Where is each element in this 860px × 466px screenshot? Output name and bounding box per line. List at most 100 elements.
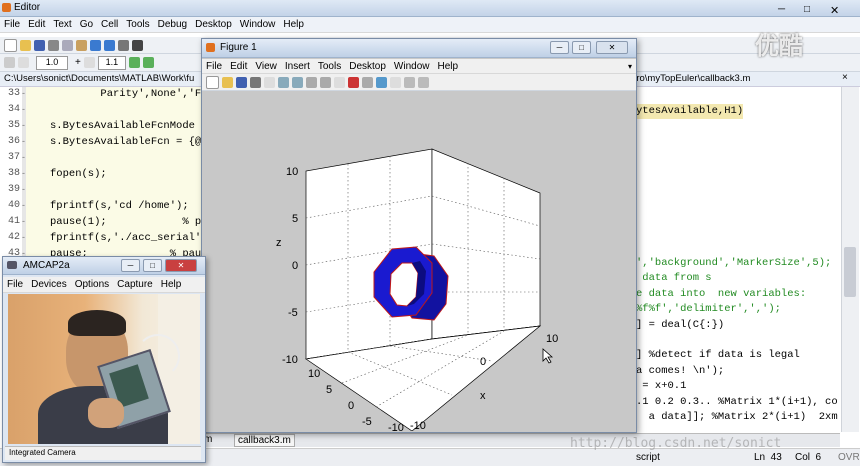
code-line[interactable]: fprintf(s,'cd /home'); [50,199,189,214]
minimize-icon[interactable]: ─ [778,4,785,15]
menu-edit[interactable]: Edit [24,19,49,30]
amcap-minimize-button[interactable]: ─ [121,259,140,272]
paste-icon[interactable] [76,39,87,51]
fig-menu-help[interactable]: Help [434,61,463,72]
amcap-menu-help[interactable]: Help [157,279,186,290]
zoom-out-icon[interactable] [292,76,303,88]
code-line-right[interactable]: ] %detect if data is legal [636,348,800,363]
menu-debug[interactable]: Debug [154,19,191,30]
code-line[interactable]: fprintf(s,'./acc_serial' [50,231,201,246]
x-axis-label: x [480,390,486,402]
code-line[interactable]: Parity',None','F [50,87,201,102]
cell-advance-icon[interactable] [142,57,154,68]
editor-close-icon[interactable]: × [842,72,848,83]
menu-cell[interactable]: Cell [97,19,122,30]
open-folder-icon[interactable] [20,39,31,51]
code-line-right[interactable]: ytesAvailable,H1) [636,104,744,119]
code-line-right[interactable]: ','background','MarkerSize',5); [636,256,831,271]
code-line-right[interactable]: data from s [636,271,711,286]
print-icon[interactable] [118,39,129,51]
figure-close-button[interactable]: ✕ [596,41,628,54]
fig-menu-arrow-icon[interactable]: ▾ [624,62,636,71]
pan-icon[interactable] [306,76,317,88]
amcap-maximize-button[interactable]: □ [143,259,162,272]
fig-menu-insert[interactable]: Insert [281,61,314,72]
close-icon[interactable]: ✕ [830,4,839,17]
find-icon[interactable] [132,39,143,51]
save-icon[interactable] [34,39,45,51]
amcap-menu-capture[interactable]: Capture [113,279,157,290]
fig-open-icon[interactable] [222,76,233,88]
fig-menu-window[interactable]: Window [390,61,434,72]
cell-run-icon[interactable] [128,57,140,68]
menu-tools[interactable]: Tools [122,19,153,30]
code-line[interactable]: s.BytesAvailableFcn = {@ [50,135,201,150]
menu-desktop[interactable]: Desktop [191,19,236,30]
data-cursor-icon[interactable] [334,76,345,88]
new-file-icon[interactable] [4,38,17,52]
status-mode: script [636,452,660,463]
code-line-right[interactable]: a data]]; %Matrix 2*(i+1) 2xm [636,410,838,425]
hide-plot-tools-icon[interactable] [404,76,415,88]
fig-menu-tools[interactable]: Tools [314,61,345,72]
code-line-right[interactable]: e data into new variables: [636,287,806,302]
code-line[interactable]: s.BytesAvailableFcnMode [50,119,195,134]
brush-icon[interactable] [348,76,359,88]
editor-vertical-scrollbar[interactable] [841,87,859,432]
amcap-window: AMCAP2a ─ □ ✕ File Devices Options Captu… [2,256,206,463]
plus-icon[interactable]: + [75,57,81,68]
amcap-titlebar[interactable]: AMCAP2a ─ □ ✕ [3,257,205,275]
watermark-text: http://blog.csdn.net/sonict [570,436,782,451]
scrollbar-thumb[interactable] [844,247,856,297]
amcap-close-button[interactable]: ✕ [165,259,197,272]
menu-text[interactable]: Text [49,19,75,30]
code-line-right[interactable]: %f%f','delimiter',','); [636,302,781,317]
menu-help[interactable]: Help [279,19,308,30]
menu-window[interactable]: Window [236,19,280,30]
matlab-icon [2,3,11,12]
fig-save-icon[interactable] [236,76,247,88]
divide-icon[interactable] [83,57,95,68]
cut-icon[interactable] [48,39,59,51]
cell-mode-icon[interactable] [4,57,15,68]
colorbar-icon[interactable] [376,76,387,88]
z-tick-10: 10 [286,166,298,178]
amcap-menu-options[interactable]: Options [71,279,113,290]
zoom-in-icon[interactable] [278,76,289,88]
maximize-icon[interactable]: □ [804,4,810,15]
minus-icon[interactable] [18,57,29,68]
fig-print-icon[interactable] [250,76,261,88]
code-line[interactable]: pause(1); % pa [50,215,208,230]
menu-file[interactable]: File [0,19,24,30]
legend-icon[interactable] [390,76,401,88]
code-line-right[interactable]: .1 0.2 0.3.. %Matrix 1*(i+1), co [636,395,838,410]
fig-menu-desktop[interactable]: Desktop [345,61,390,72]
menu-go[interactable]: Go [76,19,97,30]
redo-icon[interactable] [104,39,115,51]
link-icon[interactable] [362,76,373,88]
figure-minimize-button[interactable]: ─ [550,41,569,54]
code-line[interactable]: fopen(s); [50,167,107,182]
fig-menu-edit[interactable]: Edit [226,61,251,72]
fig-new-icon[interactable] [206,75,219,89]
fig-arrow-icon[interactable] [264,76,275,88]
figure-maximize-button[interactable]: □ [572,41,591,54]
amcap-menubar: File Devices Options Capture Help [3,277,205,293]
x-tick-neg10b: -10 [410,420,426,431]
copy-icon[interactable] [62,39,73,51]
font-size-field-2[interactable]: 1.1 [97,55,126,70]
fig-menu-file[interactable]: File [202,61,226,72]
amcap-menu-file[interactable]: File [3,279,27,290]
show-plot-tools-icon[interactable] [418,76,429,88]
rotate-icon[interactable] [320,76,331,88]
fig-menu-view[interactable]: View [251,61,281,72]
amcap-menu-devices[interactable]: Devices [27,279,71,290]
font-size-field-1[interactable]: 1.0 [36,55,68,70]
code-line-right[interactable]: a comes! \n'); [636,364,724,379]
undo-icon[interactable] [90,39,101,51]
tab-callback3[interactable]: callback3.m [234,434,295,447]
code-line-right[interactable]: ] = deal(C{:}) [636,318,724,333]
axes-3d[interactable]: 10 5 0 -5 -10 z 10 5 0 -5 y 10 0 -10 -10… [202,91,636,431]
figure-titlebar[interactable]: Figure 1 ─ □ ✕ [202,39,636,58]
code-line-right[interactable]: = x+0.1 [636,379,686,394]
